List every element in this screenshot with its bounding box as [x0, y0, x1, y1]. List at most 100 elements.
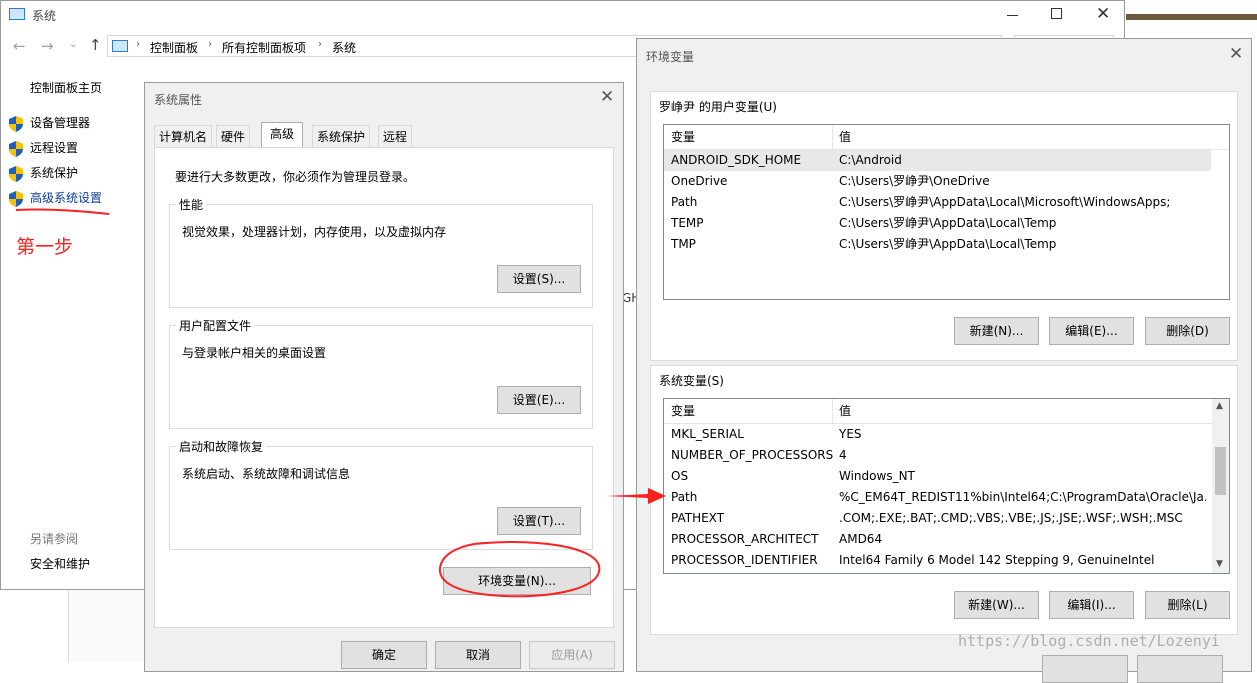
nav-history-icon[interactable]: ⌄	[69, 39, 77, 50]
variable-value: C:\Users\罗峥尹\AppData\Local\Microsoft\Win…	[839, 195, 1171, 209]
sidebar-home-link[interactable]: 控制面板主页	[30, 79, 102, 96]
user-edit-button[interactable]: 编辑(E)...	[1049, 317, 1134, 345]
table-row[interactable]: TMP C:\Users\罗峥尹\AppData\Local\Temp	[664, 234, 1211, 255]
tab-remote[interactable]: 远程	[378, 125, 413, 147]
chevron-right-icon: ›	[208, 39, 212, 50]
table-row[interactable]: Path %C_EM64T_REDIST11%bin\Intel64;C:\Pr…	[664, 487, 1212, 508]
env-cancel-button[interactable]	[1137, 655, 1223, 683]
variable-name: OneDrive	[671, 174, 728, 188]
variable-name: ANDROID_SDK_HOME	[671, 153, 802, 167]
variable-value: Windows_NT	[839, 469, 915, 483]
see-also-label: 另请参阅	[30, 532, 79, 546]
column-header-variable[interactable]: 变量	[671, 125, 695, 149]
chevron-right-icon: ›	[318, 39, 322, 50]
variable-name: PATHEXT	[671, 511, 725, 525]
sidebar-item-system-protection[interactable]: 系统保护	[9, 163, 78, 183]
column-header-variable[interactable]: 变量	[671, 399, 695, 423]
breadcrumb-item[interactable]: 系统	[332, 39, 356, 56]
table-row[interactable]: ANDROID_SDK_HOME C:\Android	[664, 150, 1211, 171]
close-icon[interactable]: ✕	[1096, 6, 1110, 23]
close-icon[interactable]: ✕	[600, 89, 614, 106]
background-strip	[68, 590, 149, 662]
variable-value: C:\Android	[839, 153, 902, 167]
breadcrumb-item[interactable]: 控制面板	[150, 39, 198, 56]
apply-button[interactable]: 应用(A)	[529, 641, 615, 669]
ok-button[interactable]: 确定	[341, 641, 427, 669]
sidebar-item-remote-settings[interactable]: 远程设置	[9, 138, 78, 158]
list-header: 变量 值	[664, 125, 1229, 150]
environment-variables-dialog: 环境变量 ✕ 罗峥尹 的用户变量(U) 变量 值 ANDROID_SDK_HOM…	[636, 38, 1252, 683]
user-variables-title: 罗峥尹 的用户变量(U)	[659, 100, 777, 114]
column-divider	[832, 399, 833, 423]
column-header-value[interactable]: 值	[839, 399, 851, 423]
sidebar-item-label: 远程设置	[30, 141, 79, 155]
table-row[interactable]: OneDrive C:\Users\罗峥尹\OneDrive	[664, 171, 1211, 192]
system-delete-button[interactable]: 删除(L)	[1145, 591, 1230, 619]
breadcrumb-item[interactable]: 所有控制面板项	[222, 39, 306, 56]
variable-value: Intel64 Family 6 Model 142 Stepping 9, G…	[839, 553, 1155, 567]
variable-value: .COM;.EXE;.BAT;.CMD;.VBS;.VBE;.JS;.JSE;.…	[839, 511, 1183, 525]
system-variables-list[interactable]: 变量 值 MKL_SERIAL YES NUMBER_OF_PROCESSORS…	[663, 398, 1230, 574]
variable-name: TEMP	[671, 216, 704, 230]
monitor-icon	[9, 8, 25, 20]
scroll-thumb[interactable]	[1215, 447, 1226, 495]
tab-computer-name[interactable]: 计算机名	[154, 125, 213, 147]
scroll-down-icon[interactable]: ▼	[1216, 559, 1223, 569]
list-header: 变量 值	[664, 399, 1212, 424]
table-row[interactable]: OS Windows_NT	[664, 466, 1212, 487]
dialog-title: 系统属性	[154, 93, 203, 107]
user-variables-section: 罗峥尹 的用户变量(U) 变量 值 ANDROID_SDK_HOME C:\An…	[650, 91, 1238, 361]
tab-hardware[interactable]: 硬件	[216, 125, 251, 147]
table-row[interactable]: TEMP C:\Users\罗峥尹\AppData\Local\Temp	[664, 213, 1211, 234]
user-new-button[interactable]: 新建(N)...	[954, 317, 1039, 345]
table-row[interactable]: PROCESSOR_ARCHITECT AMD64	[664, 529, 1212, 550]
table-row[interactable]: PATHEXT .COM;.EXE;.BAT;.CMD;.VBS;.VBE;.J…	[664, 508, 1212, 529]
variable-value: YES	[839, 427, 862, 441]
variable-name: Path	[671, 490, 698, 504]
security-maintenance-link[interactable]: 安全和维护	[30, 555, 90, 572]
system-new-button[interactable]: 新建(W)...	[954, 591, 1039, 619]
table-row[interactable]: Path C:\Users\罗峥尹\AppData\Local\Microsof…	[664, 192, 1211, 213]
variable-value: C:\Users\罗峥尹\AppData\Local\Temp	[839, 237, 1057, 251]
performance-group: 性能 视觉效果，处理器计划，内存使用，以及虚拟内存 设置(S)...	[169, 196, 593, 308]
annotation-arrow	[606, 488, 666, 504]
table-row[interactable]: PROCESSOR_IDENTIFIER Intel64 Family 6 Mo…	[664, 550, 1212, 571]
startup-recovery-settings-button[interactable]: 设置(T)...	[497, 507, 581, 535]
variable-name: OS	[671, 469, 689, 483]
cancel-button[interactable]: 取消	[435, 641, 521, 669]
sidebar-item-label: 设备管理器	[30, 116, 91, 130]
env-ok-button[interactable]	[1042, 655, 1128, 683]
variable-value: 4	[839, 448, 847, 462]
table-row[interactable]: NUMBER_OF_PROCESSORS 4	[664, 445, 1212, 466]
group-description: 系统启动、系统故障和调试信息	[182, 467, 351, 481]
tab-system-protection[interactable]: 系统保护	[312, 125, 371, 147]
nav-back-icon[interactable]: ←	[13, 37, 26, 55]
system-window-title: 系统	[32, 9, 57, 23]
annotation-underline	[15, 208, 110, 215]
performance-settings-button[interactable]: 设置(S)...	[497, 265, 581, 293]
nav-forward-icon[interactable]: →	[41, 37, 54, 55]
system-edit-button[interactable]: 编辑(I)...	[1049, 591, 1134, 619]
monitor-icon	[112, 40, 128, 52]
table-row[interactable]: MKL_SERIAL YES	[664, 424, 1212, 445]
group-title: 启动和故障恢复	[176, 438, 267, 455]
variable-value: C:\Users\罗峥尹\OneDrive	[839, 174, 990, 188]
user-variables-list[interactable]: 变量 值 ANDROID_SDK_HOME C:\Android OneDriv…	[663, 124, 1230, 300]
minimize-icon[interactable]	[1007, 15, 1018, 16]
nav-up-icon[interactable]: ↑	[89, 36, 102, 54]
sidebar-item-device-manager[interactable]: 设备管理器	[9, 113, 90, 133]
tab-advanced[interactable]: 高级	[261, 122, 304, 147]
maximize-icon[interactable]	[1051, 8, 1062, 19]
column-header-value[interactable]: 值	[839, 125, 851, 149]
system-window-titlebar: 系统 ✕	[1, 1, 1124, 31]
close-icon[interactable]: ✕	[1229, 46, 1243, 63]
annotation-circle	[438, 541, 601, 598]
variable-name: TMP	[671, 237, 696, 251]
vertical-scrollbar[interactable]: ▲ ▼	[1212, 399, 1229, 573]
user-profiles-settings-button[interactable]: 设置(E)...	[497, 386, 581, 414]
scroll-up-icon[interactable]: ▲	[1216, 401, 1223, 411]
variable-value: %C_EM64T_REDIST11%bin\Intel64;C:\Program…	[839, 490, 1206, 504]
variable-name: PROCESSOR_ARCHITECT	[671, 532, 819, 546]
shield-icon	[9, 115, 23, 132]
user-delete-button[interactable]: 删除(D)	[1145, 317, 1230, 345]
